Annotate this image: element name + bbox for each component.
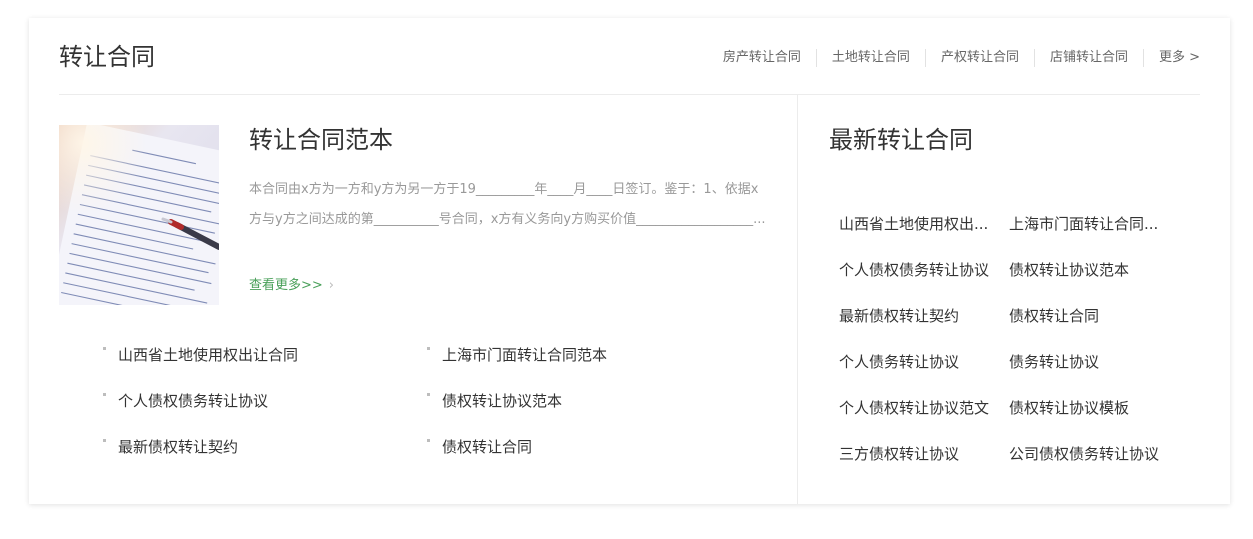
latest-contracts-panel: 最新转让合同 山西省土地使用权出... 上海市门面转让合同... 个人债权债务转…: [798, 95, 1230, 504]
view-more-link[interactable]: 查看更多>> ›: [249, 275, 334, 297]
latest-item[interactable]: 债权转让合同: [1009, 303, 1172, 329]
related-link-label: 个人债权债务转让协议: [118, 392, 269, 410]
bullet-icon: [103, 439, 106, 442]
chevron-right-icon: ›: [328, 278, 334, 293]
latest-item[interactable]: 债务转让协议: [1009, 349, 1172, 375]
related-link[interactable]: 个人债权债务转让协议: [103, 388, 268, 414]
related-link[interactable]: 债权转让协议范本: [427, 388, 562, 414]
category-nav: 房产转让合同 土地转让合同 产权转让合同 店铺转让合同 更多 >: [723, 49, 1200, 67]
latest-item[interactable]: 个人债权债务转让协议: [839, 257, 1002, 283]
related-link[interactable]: 山西省土地使用权出让合同: [103, 342, 298, 368]
related-link[interactable]: 最新债权转让契约: [103, 434, 238, 460]
bullet-icon: [427, 439, 430, 442]
related-link-label: 山西省土地使用权出让合同: [118, 346, 299, 364]
latest-item[interactable]: 最新债权转让契约: [839, 303, 1002, 329]
nav-shop-transfer[interactable]: 店铺转让合同: [1033, 49, 1143, 67]
latest-item[interactable]: 三方债权转让协议: [839, 441, 1002, 467]
latest-item[interactable]: 上海市门面转让合同...: [1009, 211, 1172, 237]
contract-document-image: [59, 125, 219, 305]
latest-item[interactable]: 公司债权债务转让协议: [1009, 441, 1172, 467]
latest-item[interactable]: 个人债务转让协议: [839, 349, 1002, 375]
latest-item[interactable]: 债权转让协议范本: [1009, 257, 1172, 283]
related-link-label: 上海市门面转让合同范本: [442, 346, 608, 364]
featured-section: 转让合同范本 本合同由x方为一方和y方为另一方于19_________年____…: [59, 95, 797, 504]
related-link[interactable]: 上海市门面转让合同范本: [427, 342, 607, 368]
bullet-icon: [427, 347, 430, 350]
featured-article-summary: 本合同由x方为一方和y方为另一方于19_________年____月____日签…: [249, 182, 766, 227]
bullet-icon: [103, 347, 106, 350]
featured-article-title[interactable]: 转让合同范本: [249, 123, 393, 157]
section-title: 转让合同: [59, 43, 155, 71]
related-link-label: 债权转让合同: [442, 438, 533, 456]
latest-contracts-title: 最新转让合同: [829, 126, 973, 154]
bullet-icon: [427, 393, 430, 396]
latest-item[interactable]: 个人债权转让协议范文: [839, 395, 1002, 421]
related-link[interactable]: 债权转让合同: [427, 434, 532, 460]
latest-item[interactable]: 债权转让协议模板: [1009, 395, 1172, 421]
nav-more[interactable]: 更多 >: [1142, 49, 1200, 67]
nav-property-transfer[interactable]: 产权转让合同: [924, 49, 1034, 67]
bullet-icon: [103, 393, 106, 396]
nav-house-transfer[interactable]: 房产转让合同: [723, 49, 816, 67]
contract-thumbnail[interactable]: [59, 125, 219, 305]
view-more-label: 查看更多>>: [249, 278, 323, 293]
contract-card: 转让合同 房产转让合同 土地转让合同 产权转让合同 店铺转让合同 更多 > 转让…: [29, 18, 1230, 504]
card-header: 转让合同 房产转让合同 土地转让合同 产权转让合同 店铺转让合同 更多 >: [59, 18, 1200, 95]
related-link-label: 债权转让协议范本: [442, 392, 563, 410]
latest-item[interactable]: 山西省土地使用权出...: [839, 211, 1002, 237]
related-link-label: 最新债权转让契约: [118, 438, 239, 456]
nav-land-transfer[interactable]: 土地转让合同: [815, 49, 925, 67]
